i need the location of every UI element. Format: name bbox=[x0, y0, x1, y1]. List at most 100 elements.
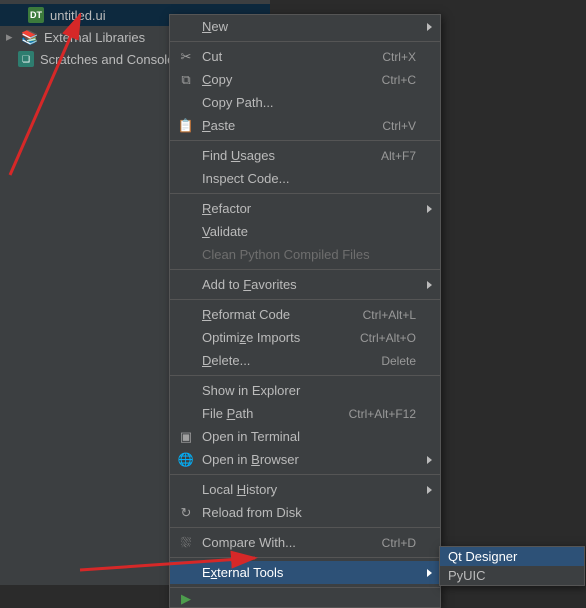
reformat-icon bbox=[178, 307, 194, 323]
optimize-icon bbox=[178, 330, 194, 346]
menu-item-paste[interactable]: 📋 Paste Ctrl+V bbox=[170, 114, 440, 137]
submenu-item-qtdesigner[interactable]: Qt Designer bbox=[440, 547, 584, 566]
menu-item-label: Reformat Code bbox=[202, 307, 355, 322]
library-icon: 📚 bbox=[22, 29, 38, 45]
copypath-icon bbox=[178, 95, 194, 111]
menu-item-cut[interactable]: ✂ Cut Ctrl+X bbox=[170, 45, 440, 68]
menu-item-new[interactable]: New bbox=[170, 15, 440, 38]
menu-item-truncated[interactable]: ▶ bbox=[170, 591, 440, 607]
reload-icon: ↻ bbox=[178, 505, 194, 521]
compare-icon: ⛆ bbox=[178, 535, 194, 551]
menu-item-label: Delete... bbox=[202, 353, 373, 368]
favorites-icon bbox=[178, 277, 194, 293]
external-icon bbox=[178, 565, 194, 581]
menu-item-copypath[interactable]: Copy Path... bbox=[170, 91, 440, 114]
submenu-arrow-icon bbox=[427, 486, 432, 494]
menu-item-label: Reload from Disk bbox=[202, 505, 416, 520]
menu-item-copy[interactable]: ⧉ Copy Ctrl+C bbox=[170, 68, 440, 91]
menu-item-label: Copy Path... bbox=[202, 95, 416, 110]
menu-item-validate[interactable]: Validate bbox=[170, 220, 440, 243]
menu-item-terminal[interactable]: ▣ Open in Terminal bbox=[170, 425, 440, 448]
menu-shortcut: Ctrl+C bbox=[382, 73, 416, 87]
paste-icon: 📋 bbox=[178, 118, 194, 134]
menu-separator bbox=[170, 269, 440, 270]
submenu-item-label: PyUIC bbox=[448, 568, 560, 583]
run-icon: ▶ bbox=[178, 591, 194, 607]
menu-separator bbox=[170, 41, 440, 42]
menu-item-browser[interactable]: 🌐Open in Browser bbox=[170, 448, 440, 471]
menu-item-label: Add to Favorites bbox=[202, 277, 416, 292]
menu-separator bbox=[170, 375, 440, 376]
menu-separator bbox=[170, 299, 440, 300]
filepath-icon bbox=[178, 406, 194, 422]
menu-item-filepath[interactable]: File Path Ctrl+Alt+F12 bbox=[170, 402, 440, 425]
context-menu: New ✂ Cut Ctrl+X ⧉ Copy Ctrl+C Copy Path... 📋 Pas… bbox=[169, 14, 441, 608]
menu-separator bbox=[170, 587, 440, 588]
menu-shortcut: Ctrl+Alt+F12 bbox=[349, 407, 416, 421]
refactor-icon bbox=[178, 201, 194, 217]
menu-item-label: New bbox=[202, 19, 416, 34]
submenu-arrow-icon bbox=[427, 456, 432, 464]
delete-icon bbox=[178, 353, 194, 369]
menu-separator bbox=[170, 557, 440, 558]
menu-item-label: Optimize Imports bbox=[202, 330, 352, 345]
terminal-icon: ▣ bbox=[178, 429, 194, 445]
menu-shortcut: Ctrl+Alt+L bbox=[363, 308, 416, 322]
menu-item-reformat[interactable]: Reformat Code Ctrl+Alt+L bbox=[170, 303, 440, 326]
menu-item-refactor[interactable]: Refactor bbox=[170, 197, 440, 220]
prev-item-fragment bbox=[0, 0, 270, 2]
clean-icon bbox=[178, 247, 194, 263]
menu-separator bbox=[170, 140, 440, 141]
tree-item-label: External Libraries bbox=[44, 30, 145, 45]
menu-shortcut: Ctrl+D bbox=[382, 536, 416, 550]
menu-item-label: Open in Terminal bbox=[202, 429, 416, 444]
findusages-icon bbox=[178, 148, 194, 164]
menu-item-external[interactable]: External Tools bbox=[170, 561, 440, 584]
submenu-arrow-icon bbox=[427, 281, 432, 289]
menu-item-delete[interactable]: Delete... Delete bbox=[170, 349, 440, 372]
ui-file-icon: DT bbox=[28, 7, 44, 23]
menu-item-inspect[interactable]: Inspect Code... bbox=[170, 167, 440, 190]
submenu-item-pyuic[interactable]: PyUIC bbox=[440, 566, 584, 585]
copy-icon: ⧉ bbox=[178, 72, 194, 88]
cut-icon: ✂ bbox=[178, 49, 194, 65]
menu-item-label: Show in Explorer bbox=[202, 383, 416, 398]
validate-icon bbox=[178, 224, 194, 240]
menu-item-label: Cut bbox=[202, 49, 374, 64]
external-tools-submenu: Qt Designer PyUIC bbox=[439, 546, 585, 586]
inspect-icon bbox=[178, 171, 194, 187]
menu-item-favorites[interactable]: Add to Favorites bbox=[170, 273, 440, 296]
menu-shortcut: Ctrl+V bbox=[382, 119, 416, 133]
menu-separator bbox=[170, 527, 440, 528]
menu-item-compare[interactable]: ⛆ Compare With... Ctrl+D bbox=[170, 531, 440, 554]
menu-item-optimize[interactable]: Optimize ImportsCtrl+Alt+O bbox=[170, 326, 440, 349]
submenu-arrow-icon bbox=[427, 569, 432, 577]
menu-item-label: Validate bbox=[202, 224, 416, 239]
menu-shortcut: Delete bbox=[381, 354, 416, 368]
submenu-arrow-icon bbox=[427, 205, 432, 213]
expand-arrow-icon: ▸ bbox=[6, 29, 16, 45]
explorer-icon bbox=[178, 383, 194, 399]
menu-item-label: External Tools bbox=[202, 565, 416, 580]
menu-separator bbox=[170, 474, 440, 475]
menu-item-clean: Clean Python Compiled Files bbox=[170, 243, 440, 266]
tree-item-label: untitled.ui bbox=[50, 8, 106, 23]
menu-item-label: Inspect Code... bbox=[202, 171, 416, 186]
menu-shortcut: Ctrl+X bbox=[382, 50, 416, 64]
menu-item-label: Local History bbox=[202, 482, 416, 497]
menu-separator bbox=[170, 193, 440, 194]
new-icon bbox=[178, 19, 194, 35]
menu-item-label: File Path bbox=[202, 406, 341, 421]
menu-item-label: Paste bbox=[202, 118, 374, 133]
menu-item-history[interactable]: Local History bbox=[170, 478, 440, 501]
browser-icon: 🌐 bbox=[178, 452, 194, 468]
menu-item-findusages[interactable]: Find Usages Alt+F7 bbox=[170, 144, 440, 167]
menu-item-label: Copy bbox=[202, 72, 374, 87]
menu-shortcut: Alt+F7 bbox=[381, 149, 416, 163]
menu-item-label: Find Usages bbox=[202, 148, 373, 163]
menu-item-reload[interactable]: ↻ Reload from Disk bbox=[170, 501, 440, 524]
history-icon bbox=[178, 482, 194, 498]
menu-item-explorer[interactable]: Show in Explorer bbox=[170, 379, 440, 402]
menu-item-label: Compare With... bbox=[202, 535, 374, 550]
submenu-arrow-icon bbox=[427, 23, 432, 31]
